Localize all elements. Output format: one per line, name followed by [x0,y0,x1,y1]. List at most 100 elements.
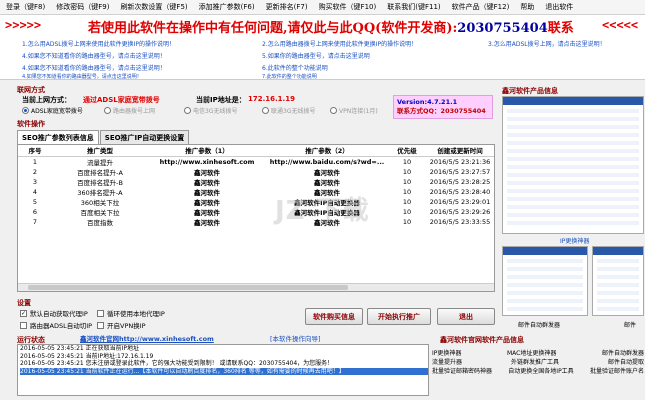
radio-router[interactable]: 路由器拨号上网 [104,106,155,115]
product-link[interactable]: IP更换神器 [432,348,461,357]
column-header[interactable]: 序号 [18,145,52,157]
guide-link[interactable]: [本软件操作向导] [270,333,321,343]
headline-text: 若使用此软件在操作中有任何问题,请仅此与此QQ(软件开发商): [88,21,458,36]
table-cell: 2016/5/5 23:27:57 [429,167,491,176]
help-link-2[interactable]: 2.怎么用路由器拨号上网来使用此软件更换IP的操作说明！ [262,39,417,48]
column-header[interactable]: 推广参数（2） [266,145,388,157]
table-row[interactable]: 4 360排名提升-A 鑫河软件 鑫河软件 10 2016/5/5 23:28:40 [18,187,494,197]
table-cell: 百度指数 [87,218,113,227]
tab-seo-params[interactable]: SEO推广参数列表信息 [17,130,99,144]
table-cell: http://www.baidu.com/s?wd=... [269,157,385,166]
column-header[interactable]: 创建或更新时间 [426,145,494,157]
column-header[interactable]: 优先级 [388,145,426,157]
radio-vpn[interactable]: VPN连接(1月) [330,106,378,115]
table-cell: 2016/5/5 23:28:40 [429,187,491,196]
radio-label: 路由器拨号上网 [113,108,156,115]
menu-item-7[interactable]: 软件产品（键F12) [452,2,510,12]
table-row[interactable]: 2 百度排名提升-A 鑫河软件 鑫河软件 10 2016/5/5 23:27:57 [18,167,494,177]
menu-item-3[interactable]: 添加推广参数(F6) [199,2,255,12]
radio-adsl[interactable]: ADSL家庭宽带拨号 [22,106,83,115]
table-row[interactable]: 7 百度指数 鑫河软件 鑫河软件 10 2016/5/5 23:33:55 [18,217,494,227]
table-row[interactable]: 3 百度排名提升-B 鑫河软件 鑫河软件 10 2016/5/5 23:28:25 [18,177,494,187]
help-link-8[interactable]: 4.如果您不知道看你的路由器型号，请点击这里说明！ [22,73,142,80]
menu-item-5[interactable]: 购买软件（键F10) [319,2,377,12]
product-row: 流量提升器 外链群发推广工具 邮件自动提取 [432,357,644,366]
table-cell: 4 [32,187,38,196]
table-cell: 10 [402,207,412,216]
tab-seo-ip-settings[interactable]: SEO推广IP自动更换设置 [99,130,190,144]
current-mode-value: 通过ADSL家庭宽带拨号 [83,96,160,104]
column-header[interactable]: 推广参数（1） [148,145,266,157]
product-link[interactable]: 自动更换全国各地IP工具 [508,366,573,375]
log-line-selected: 2016-05-05 23:45:21 当前软件正在运行...【本软件可以自动刷… [20,367,428,375]
product-link[interactable]: 批量验证邮箱密码神器 [432,366,492,375]
params-table[interactable]: 序号 推广类型 推广参数（1） 推广参数（2） 优先级 创建或更新时间 1 流量提升 http… [17,144,495,292]
horizontal-scrollbar[interactable] [18,283,494,291]
radio-telecom-3g[interactable]: 电信3G无线拨号 [184,106,237,115]
menu-item-2[interactable]: 刷新次数设置（键F5) [120,2,187,12]
column-header[interactable]: 推广类型 [52,145,148,157]
check-router-adsl[interactable]: 路由器ADSL自动切IP [20,320,92,330]
official-site-link[interactable]: 鑫河软件官网http://www.xinhesoft.com [80,333,214,343]
check-label: 路由器ADSL自动切IP [30,322,93,330]
help-link-6[interactable]: 4.如果您不知道看你的路由器型号，请点击这里说明！ [22,63,166,72]
table-cell: 流量提升 [87,158,113,167]
exit-button[interactable]: 退出 [437,308,495,325]
product-screenshot-main[interactable] [502,96,644,234]
help-link-5[interactable]: 5.如果你的路由器型号，请点击这里说明 [262,51,370,60]
table-header-row: 序号 推广类型 推广参数（1） 推广参数（2） 优先级 创建或更新时间 [18,145,494,157]
product-link[interactable]: MAC地址更换神器 [507,348,556,357]
ip-value: 172.16.1.19 [248,95,295,103]
help-link-7[interactable]: 6.此软件的整个功能说明 [262,63,328,72]
radio-unicom-3g[interactable]: 联通3G无线拨号 [262,106,315,115]
buy-info-button[interactable]: 软件购买信息 [305,308,363,325]
table-row[interactable]: 6 百度相关下拉 鑫河软件 鑫河软件IP自动更换器 10 2016/5/5 23:29:2… [18,207,494,217]
mock-titlebar [503,97,643,105]
menu-item-1[interactable]: 修改密码（键F9) [56,2,109,12]
contact-qq-text: 联系方式QQ：2030755404 [397,107,486,115]
product-link[interactable]: 邮件自动提取 [608,357,644,366]
arrows-left: >>>>> [5,18,42,32]
checkbox [97,309,104,317]
table-cell: 鑫河软件 [194,208,220,217]
product-link[interactable]: 邮件自动群发器 [602,348,644,357]
mock-titlebar [503,247,587,255]
scrollbar-thumb[interactable] [28,285,348,290]
product-link[interactable]: 批量验证邮件账户名 [590,366,644,375]
menu-item-0[interactable]: 登录（键F8) [6,2,45,12]
menu-item-9[interactable]: 退出软件 [545,2,573,12]
check-auto-proxy[interactable]: ✓ 默认自动获取代理IP [20,308,88,318]
table-cell: 360排名提升-A [77,188,123,197]
checkbox [20,321,27,329]
product-preview-panel: 鑫河软件产品信息 IP更换神器 邮件自动群发器 邮件 [498,80,645,332]
table-cell: 2016/5/5 23:28:25 [429,177,491,186]
help-link-1[interactable]: 1.怎么用ADSL拨号上网来使用此软件更换IP的操作说明！ [22,39,175,48]
table-cell: 3 [32,177,38,186]
menu-item-4[interactable]: 更新排名(F7) [266,2,308,12]
help-link-4[interactable]: 4.如果您不知道看你的路由器型号，请点击这里说明！ [22,51,166,60]
products-section-title: 鑫河软件官网软件产品信息 [440,336,524,344]
check-vpn[interactable]: 开启VPN换IP [97,320,146,330]
table-cell: 10 [402,157,412,166]
check-loop-local-proxy[interactable]: 循环使用本地代理IP [97,308,165,318]
product-row: 批量验证邮箱密码神器 自动更换全国各地IP工具 批量验证邮件账户名 [432,366,644,375]
product-link[interactable]: 外链群发推广工具 [511,357,559,366]
menu-item-8[interactable]: 帮助 [520,2,534,12]
radio-dot [22,107,29,114]
menu-item-6[interactable]: 联系我们(键F11) [387,2,440,12]
start-promotion-button[interactable]: 开始执行推广 [367,308,431,325]
product-screenshot-mail[interactable] [592,246,644,316]
table-cell: 10 [402,197,412,206]
log-line: 2016-05-05 23:45:21 您未注册或登录此软件，它的强大功能受到限… [20,360,334,367]
help-link-3[interactable]: 3.怎么用ADSL拨号上网，请点击这里说明！ [488,39,606,48]
table-cell: 鑫河软件 [314,168,340,177]
help-link-9[interactable]: 7.此软件的整个功能说明 [262,73,317,80]
run-log[interactable]: 2016-05-05 23:45:21 正在获取当前IP地址 2016-05-0… [17,344,429,396]
menu-bar: 登录（键F8) 修改密码（键F9) 刷新次数设置（键F5) 添加推广参数(F6) 更新排… [0,0,645,15]
table-row[interactable]: 1 流量提升 http://www.xinhesoft.com http://www.… [18,156,494,167]
product-link[interactable]: 流量提升器 [432,357,462,366]
table-row[interactable]: 5 360相关下拉 鑫河软件 鑫河软件IP自动更换器 10 2016/5/5 23:29:… [18,197,494,207]
product-screenshot-mailer[interactable] [502,246,588,316]
arrows-right: <<<<< [602,18,639,32]
check-label: 循环使用本地代理IP [107,310,165,318]
